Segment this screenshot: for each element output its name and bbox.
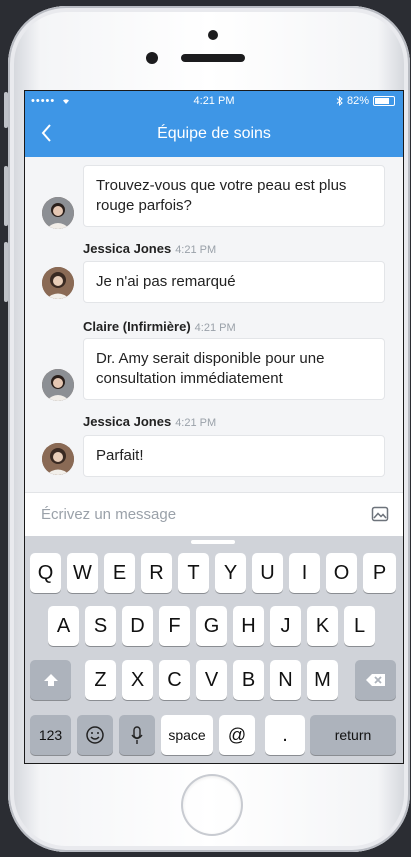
avatar-jessica-image xyxy=(42,267,74,299)
message-text: Trouvez-vous que votre peau est plus rou… xyxy=(96,177,347,214)
dot-key[interactable]: . xyxy=(265,715,305,755)
chat-thread[interactable]: Trouvez-vous que votre peau est plus rou… xyxy=(25,157,403,492)
message-time: 4:21 PM xyxy=(175,417,217,429)
home-button[interactable] xyxy=(183,776,241,834)
message-bubble: Dr. Amy serait disponible pour une consu… xyxy=(83,338,385,400)
page-title: Équipe de soins xyxy=(157,125,271,142)
backspace-icon xyxy=(365,674,385,686)
key-f[interactable]: F xyxy=(159,606,190,646)
dictation-key[interactable] xyxy=(119,715,155,755)
emoji-key[interactable] xyxy=(77,715,113,755)
key-y[interactable]: Y xyxy=(215,553,246,593)
shift-icon xyxy=(43,674,58,686)
status-right: 82% xyxy=(336,95,395,107)
return-key[interactable]: return xyxy=(310,715,396,755)
key-p[interactable]: P xyxy=(363,553,396,593)
avatar xyxy=(42,443,74,475)
keyboard-handle[interactable] xyxy=(191,540,235,544)
key-a[interactable]: A xyxy=(48,606,79,646)
at-key[interactable]: @ xyxy=(219,715,255,755)
sender-name: Jessica Jones xyxy=(83,414,172,429)
key-d[interactable]: D xyxy=(122,606,153,646)
key-o[interactable]: O xyxy=(326,553,357,593)
avatar xyxy=(42,197,74,229)
message-input[interactable]: Écrivez un message xyxy=(41,506,176,523)
message-sender: Claire (Infirmière) 4:21 PM xyxy=(83,319,236,334)
key-n[interactable]: N xyxy=(270,660,301,700)
volume-down-button xyxy=(4,242,8,302)
microphone-icon xyxy=(131,726,143,744)
earpiece-speaker xyxy=(181,54,245,62)
message-sender: Jessica Jones 4:21 PM xyxy=(83,414,216,429)
key-l[interactable]: L xyxy=(344,606,375,646)
image-icon[interactable] xyxy=(371,505,389,523)
emoji-icon xyxy=(86,726,104,744)
message-time: 4:21 PM xyxy=(194,322,236,334)
key-c[interactable]: C xyxy=(159,660,190,700)
status-bar: ••••• 4:21 PM 82% xyxy=(25,91,403,111)
key-u[interactable]: U xyxy=(252,553,283,593)
message-bubble: Je n'ai pas remarqué xyxy=(83,261,385,303)
shift-key[interactable] xyxy=(30,660,71,700)
battery-percent: 82% xyxy=(346,95,369,107)
message-text: Parfait! xyxy=(96,447,144,464)
message-text: Je n'ai pas remarqué xyxy=(96,273,236,290)
key-v[interactable]: V xyxy=(196,660,227,700)
message-composer: Écrivez un message xyxy=(25,492,403,537)
key-s[interactable]: S xyxy=(85,606,116,646)
sensor xyxy=(146,52,158,64)
key-m[interactable]: M xyxy=(307,660,338,700)
space-key[interactable]: space xyxy=(161,715,213,755)
message-sender: Jessica Jones 4:21 PM xyxy=(83,241,216,256)
key-z[interactable]: Z xyxy=(85,660,116,700)
key-q[interactable]: Q xyxy=(30,553,61,593)
key-j[interactable]: J xyxy=(270,606,301,646)
sender-name: Claire (Infirmière) xyxy=(83,319,191,334)
avatar xyxy=(42,267,74,299)
avatar xyxy=(42,369,74,401)
message-bubble: Parfait! xyxy=(83,435,385,477)
key-w[interactable]: W xyxy=(67,553,98,593)
key-i[interactable]: I xyxy=(289,553,320,593)
message-bubble: Trouvez-vous que votre peau est plus rou… xyxy=(83,165,385,227)
message-time: 4:21 PM xyxy=(175,244,217,256)
key-k[interactable]: K xyxy=(307,606,338,646)
screen: ••••• 4:21 PM 82% Équipe de soins Trouve… xyxy=(24,90,404,764)
volume-up-button xyxy=(4,166,8,226)
key-g[interactable]: G xyxy=(196,606,227,646)
avatar-jessica-image xyxy=(42,443,74,475)
mute-switch xyxy=(4,92,8,128)
key-r[interactable]: R xyxy=(141,553,172,593)
numbers-key[interactable]: 123 xyxy=(30,715,71,755)
key-x[interactable]: X xyxy=(122,660,153,700)
nav-bar: Équipe de soins xyxy=(25,111,403,157)
avatar-claire-image xyxy=(42,369,74,401)
bluetooth-icon xyxy=(336,96,343,106)
battery-icon xyxy=(373,96,395,106)
sender-name: Jessica Jones xyxy=(83,241,172,256)
backspace-key[interactable] xyxy=(355,660,396,700)
key-e[interactable]: E xyxy=(104,553,135,593)
key-t[interactable]: T xyxy=(178,553,209,593)
key-b[interactable]: B xyxy=(233,660,264,700)
key-h[interactable]: H xyxy=(233,606,264,646)
message-text: Dr. Amy serait disponible pour une consu… xyxy=(96,350,325,387)
avatar-claire-image xyxy=(42,197,74,229)
keyboard: Q W E R T Y U I O P A S D F G H J K L Z … xyxy=(25,536,403,763)
front-camera xyxy=(208,30,218,40)
